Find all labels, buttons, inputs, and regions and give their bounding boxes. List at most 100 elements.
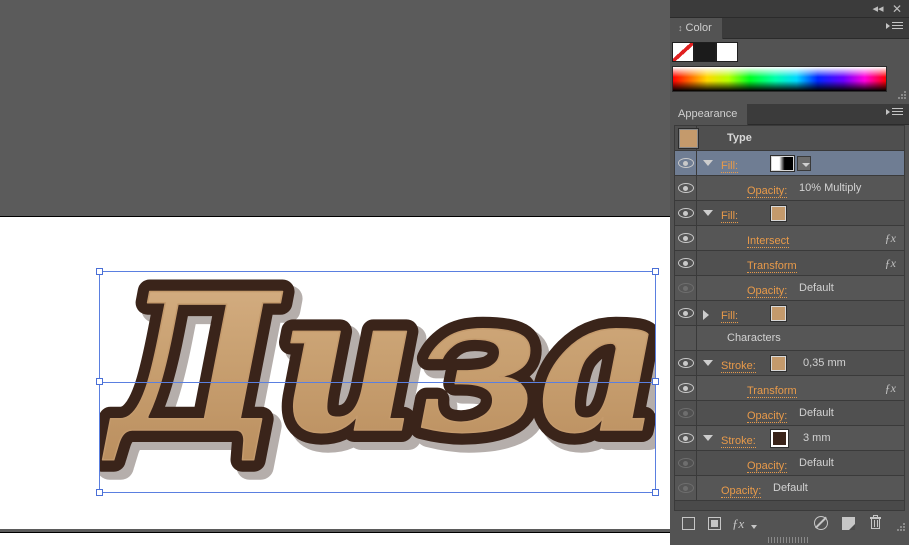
fill-color-swatch[interactable]: [770, 305, 787, 322]
dock-titlebar: ◂◂ ✕: [670, 0, 909, 18]
fill-color-swatch[interactable]: [770, 205, 787, 222]
right-panel-dock: ◂◂ ✕ ↕ Color Appearance Type Fill: Opaci…: [670, 0, 909, 545]
appearance-row-label: Characters: [727, 332, 781, 344]
stroke-color-swatch[interactable]: [770, 355, 787, 372]
appearance-row-label: Opacity:: [747, 280, 788, 298]
appearance-row-stroke-1-transform[interactable]: Transform ƒx: [675, 376, 904, 401]
color-spectrum-ramp[interactable]: [672, 66, 887, 92]
appearance-row-value[interactable]: 0,35 mm: [803, 351, 846, 375]
visibility-eye-icon[interactable]: [675, 401, 697, 425]
visibility-eye-icon[interactable]: [675, 176, 697, 200]
white-swatch[interactable]: [716, 42, 738, 62]
color-panel-menu-icon[interactable]: [886, 22, 905, 35]
visibility-eye-placeholder: [675, 326, 697, 350]
duplicate-selected-item-button[interactable]: [840, 514, 858, 532]
appearance-row-fill-2[interactable]: Fill:: [675, 201, 904, 226]
appearance-row-label: Fill:: [721, 305, 739, 323]
appearance-panel-tabrow: Appearance: [670, 104, 909, 125]
appearance-row-fill-1-opacity[interactable]: Opacity: 10% Multiply: [675, 176, 904, 201]
delete-selected-item-button[interactable]: [867, 514, 885, 532]
appearance-footer-toolbar: ƒx: [674, 512, 905, 534]
visibility-eye-icon[interactable]: [675, 226, 697, 250]
visibility-eye-icon[interactable]: [675, 376, 697, 400]
appearance-panel-resize-grip[interactable]: [895, 521, 906, 532]
visibility-eye-icon[interactable]: [675, 351, 697, 375]
disclosure-triangle-open[interactable]: [703, 360, 713, 366]
canvas-bottom-strip: [0, 532, 670, 545]
appearance-panel: Appearance Type Fill: Opacity: 10% Multiply…: [670, 104, 909, 545]
visibility-eye-icon[interactable]: [675, 251, 697, 275]
stroke-color-swatch[interactable]: [770, 429, 789, 448]
color-panel: ↕ Color: [670, 18, 909, 101]
appearance-row-label: Intersect: [747, 230, 790, 248]
appearance-row-value[interactable]: Default: [799, 276, 834, 300]
appearance-row-type-header[interactable]: Type: [675, 126, 904, 151]
disclosure-triangle-open[interactable]: [703, 160, 713, 166]
color-panel-body: [670, 39, 909, 101]
tab-color[interactable]: ↕ Color: [670, 18, 723, 39]
visibility-eye-icon[interactable]: [675, 426, 697, 450]
appearance-row-label: Fill:: [721, 205, 739, 223]
appearance-row-label: Type: [727, 132, 752, 144]
visibility-eye-icon[interactable]: [675, 201, 697, 225]
clear-appearance-button[interactable]: [812, 514, 830, 532]
appearance-row-stroke-2-opacity[interactable]: Opacity: Default: [675, 451, 904, 476]
add-new-effect-button[interactable]: ƒx: [732, 514, 758, 532]
close-icon[interactable]: ✕: [890, 2, 904, 16]
effect-fx-icon[interactable]: ƒx: [885, 226, 896, 250]
disclosure-triangle-open[interactable]: [703, 210, 713, 216]
appearance-row-fill-3[interactable]: Fill:: [675, 301, 904, 326]
illustrator-window: Дизайн Дизайн Дизайн ◂◂ ✕: [0, 0, 909, 545]
color-panel-resize-grip[interactable]: [897, 90, 907, 100]
panel-expand-icon[interactable]: ↕: [678, 23, 683, 33]
artboard[interactable]: [0, 216, 670, 529]
add-new-stroke-button[interactable]: [680, 514, 698, 532]
appearance-row-fill-2-transform[interactable]: Transform ƒx: [675, 251, 904, 276]
tab-appearance[interactable]: Appearance: [670, 104, 749, 125]
appearance-row-fill-1[interactable]: Fill:: [675, 151, 904, 176]
appearance-row-value[interactable]: 10% Multiply: [799, 176, 861, 200]
appearance-row-stroke-1[interactable]: Stroke: 0,35 mm: [675, 351, 904, 376]
effect-fx-icon[interactable]: ƒx: [885, 251, 896, 275]
appearance-row-fill-2-opacity[interactable]: Opacity: Default: [675, 276, 904, 301]
document-canvas-area[interactable]: Дизайн Дизайн Дизайн: [0, 0, 670, 545]
appearance-row-characters[interactable]: Characters: [675, 326, 904, 351]
appearance-row-label: Transform: [747, 255, 797, 273]
gradient-dropdown-button[interactable]: [797, 156, 811, 171]
disclosure-triangle-open[interactable]: [703, 435, 713, 441]
visibility-eye-icon[interactable]: [675, 301, 697, 325]
appearance-row-value[interactable]: Default: [799, 401, 834, 425]
effect-fx-icon[interactable]: ƒx: [885, 376, 896, 400]
visibility-eye-icon[interactable]: [675, 151, 697, 175]
appearance-row-stroke-1-opacity[interactable]: Opacity: Default: [675, 401, 904, 426]
appearance-row-label: Opacity:: [747, 455, 788, 473]
tab-appearance-label: Appearance: [678, 108, 738, 120]
appearance-row-label: Opacity:: [721, 480, 762, 498]
visibility-eye-icon[interactable]: [675, 276, 697, 300]
appearance-row-label: Opacity:: [747, 405, 788, 423]
visibility-eye-icon[interactable]: [675, 476, 697, 500]
appearance-row-value[interactable]: Default: [799, 451, 834, 475]
appearance-item-list[interactable]: Type Fill: Opacity: 10% Multiply Fill: Inters…: [674, 125, 905, 511]
object-thumbnail: [678, 128, 699, 149]
appearance-row-object-opacity[interactable]: Opacity: Default: [675, 476, 904, 501]
appearance-panel-menu-icon[interactable]: [886, 108, 905, 121]
tab-color-label: Color: [685, 22, 712, 34]
disclosure-triangle-closed[interactable]: [703, 310, 709, 320]
visibility-eye-icon[interactable]: [675, 451, 697, 475]
appearance-row-fill-2-intersect[interactable]: Intersect ƒx: [675, 226, 904, 251]
collapse-to-icons-icon[interactable]: ◂◂: [871, 2, 885, 16]
dock-drag-grip[interactable]: [767, 537, 812, 543]
appearance-row-label: Opacity:: [747, 180, 788, 198]
appearance-row-label: Fill:: [721, 155, 739, 173]
appearance-row-label: Stroke:: [721, 355, 756, 373]
fill-gradient-swatch[interactable]: [770, 155, 795, 172]
appearance-row-value[interactable]: 3 mm: [803, 426, 831, 450]
add-new-fill-button[interactable]: [706, 514, 724, 532]
appearance-row-stroke-2[interactable]: Stroke: 3 mm: [675, 426, 904, 451]
none-swatch[interactable]: [672, 42, 694, 62]
color-swatch-group: [672, 42, 738, 62]
black-swatch[interactable]: [694, 42, 716, 62]
appearance-row-label: Stroke:: [721, 430, 756, 448]
appearance-row-value[interactable]: Default: [773, 476, 808, 500]
